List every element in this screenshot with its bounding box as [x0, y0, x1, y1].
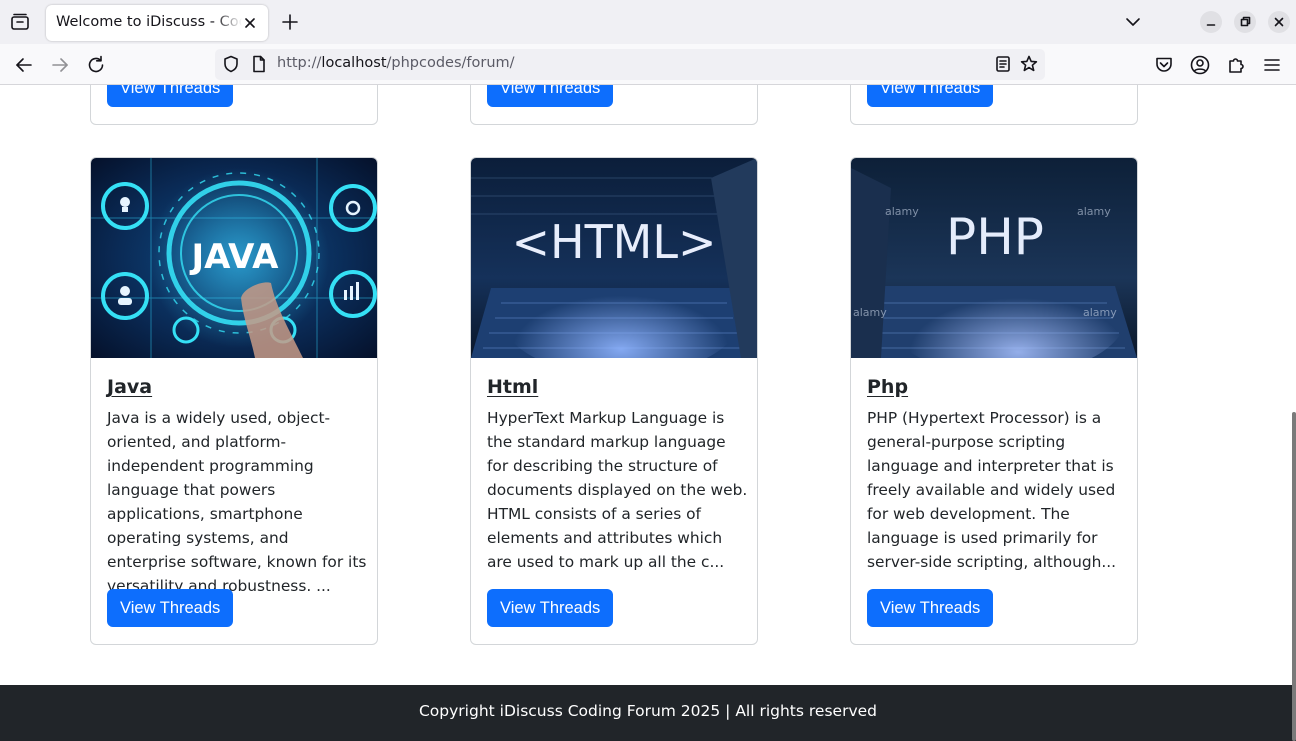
arrow-right-icon[interactable]: [48, 53, 72, 77]
url-text[interactable]: http://localhost/phpcodes/forum/: [277, 55, 515, 71]
category-card-java: JAVA Java Java is a widely used, object-…: [90, 157, 378, 645]
minimize-icon[interactable]: [1200, 11, 1222, 33]
view-threads-button[interactable]: View Threads: [867, 85, 994, 107]
view-threads-button[interactable]: View Threads: [487, 85, 614, 107]
url-path: /phpcodes/forum/: [386, 55, 515, 71]
category-title[interactable]: Html: [487, 376, 538, 398]
url-host: localhost: [321, 55, 387, 71]
category-description: PHP (Hypertext Processor) is a general-p…: [867, 409, 1117, 571]
category-description: HyperText Markup Language is the standar…: [487, 409, 748, 571]
category-title[interactable]: Java: [107, 376, 152, 398]
php-watermark: alamy: [1083, 306, 1117, 319]
view-threads-button[interactable]: View Threads: [487, 589, 614, 627]
category-card-top-1: View Threads: [90, 85, 378, 125]
category-description: Java is a widely used, object-oriented, …: [107, 409, 367, 595]
java-image-text: JAVA: [190, 237, 280, 277]
arrow-left-icon[interactable]: [12, 53, 36, 77]
url-bar[interactable]: http://localhost/phpcodes/forum/: [215, 49, 1045, 80]
php-card-image: alamy alamy alamy alamy PHP: [851, 158, 1137, 358]
tab-title: Welcome to iDiscuss - Coding Forum: [56, 14, 242, 30]
page-viewport: View Threads View Threads View Threads J…: [0, 85, 1296, 741]
active-tab[interactable]: Welcome to iDiscuss - Coding Forum: [46, 5, 268, 41]
account-icon[interactable]: [1188, 53, 1212, 77]
php-image-text: PHP: [946, 208, 1044, 266]
pocket-icon[interactable]: [1152, 53, 1176, 77]
php-watermark: alamy: [853, 306, 887, 319]
php-watermark: alamy: [1077, 205, 1111, 218]
browser-tab-bar: Welcome to iDiscuss - Coding Forum: [0, 0, 1296, 44]
restore-icon[interactable]: [1234, 11, 1256, 33]
plus-icon[interactable]: [279, 11, 301, 33]
page-icon[interactable]: [249, 54, 269, 74]
category-card-top-3: View Threads: [850, 85, 1138, 125]
html-image-text: <HTML>: [511, 215, 716, 269]
browser-nav-bar: http://localhost/phpcodes/forum/: [0, 44, 1296, 85]
php-watermark: alamy: [885, 205, 919, 218]
page-footer: Copyright iDiscuss Coding Forum 2025 | A…: [0, 685, 1296, 741]
category-title[interactable]: Php: [867, 376, 908, 398]
page-scrollbar[interactable]: [1292, 412, 1296, 741]
chevron-down-icon[interactable]: [1122, 11, 1144, 33]
view-threads-button[interactable]: View Threads: [867, 589, 994, 627]
url-prefix: http://: [277, 55, 322, 71]
hamburger-menu-icon[interactable]: [1260, 53, 1284, 77]
category-card-html: <HTML> Html HyperText Markup Language is…: [470, 157, 758, 645]
view-threads-button[interactable]: View Threads: [107, 589, 234, 627]
category-card-php: alamy alamy alamy alamy PHP Php PHP (Hyp…: [850, 157, 1138, 645]
view-threads-button[interactable]: View Threads: [107, 85, 234, 107]
reload-icon[interactable]: [84, 53, 108, 77]
tab-list-icon[interactable]: [8, 10, 32, 34]
category-card-top-2: View Threads: [470, 85, 758, 125]
html-card-image: <HTML>: [471, 158, 757, 358]
close-icon[interactable]: [240, 13, 260, 33]
reader-view-icon[interactable]: [993, 54, 1013, 74]
shield-icon[interactable]: [221, 54, 241, 74]
star-icon[interactable]: [1019, 54, 1039, 74]
window-close-icon[interactable]: [1268, 11, 1290, 33]
java-card-image: JAVA: [91, 158, 377, 358]
puzzle-icon[interactable]: [1224, 53, 1248, 77]
copyright-text: Copyright iDiscuss Coding Forum 2025 | A…: [418, 702, 877, 720]
